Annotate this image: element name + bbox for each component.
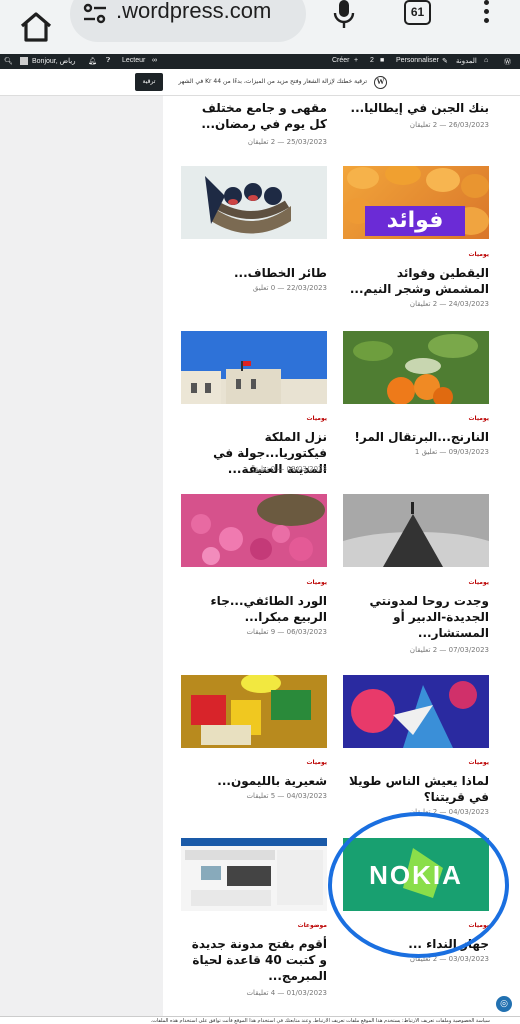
- post-meta: 22/03/2023 — 0 تعليق: [252, 284, 327, 292]
- post-title[interactable]: النارنج...البرتقال المر!: [343, 429, 489, 445]
- url-text[interactable]: .wordpress.com: [116, 0, 271, 24]
- post-category[interactable]: يوميات: [181, 579, 327, 586]
- site-settings-icon[interactable]: [82, 2, 108, 28]
- post-meta: 09/03/2023 — 0 تعليق: [252, 465, 327, 473]
- avatar[interactable]: [20, 57, 28, 65]
- post-thumbnail[interactable]: [343, 331, 489, 404]
- post-title[interactable]: أقوم بفتح مدونة جديدة و كتبت 40 قاعدة لح…: [181, 936, 327, 984]
- post-category[interactable]: يوميات: [343, 251, 489, 258]
- globe-icon[interactable]: ◎: [496, 996, 512, 1012]
- post-title[interactable]: الورد الطائفي...جاء الربيع مبكرا...: [181, 593, 327, 625]
- post-category[interactable]: يوميات: [343, 415, 489, 422]
- comments-icon: ■: [380, 57, 385, 64]
- create-link[interactable]: Créer: [332, 57, 350, 64]
- post-title[interactable]: شعيرية بالليمون...: [181, 773, 327, 789]
- post-meta: 24/03/2023 — 2 تعليقان: [409, 300, 489, 308]
- upgrade-button[interactable]: ترقية: [135, 73, 163, 91]
- menu-icon[interactable]: [482, 0, 490, 26]
- post-meta: 09/03/2023 — تعليق 1: [414, 448, 489, 456]
- post-thumbnail[interactable]: [181, 331, 327, 404]
- post-meta: 26/03/2023 — 2 تعليقان: [409, 121, 489, 129]
- post-thumbnail[interactable]: [181, 166, 327, 239]
- wordpress-logo-icon[interactable]: Ⓦ: [504, 57, 511, 67]
- post-thumbnail[interactable]: [343, 494, 489, 567]
- post-thumbnail[interactable]: [181, 494, 327, 567]
- browser-toolbar: .wordpress.com 61: [0, 0, 520, 54]
- customize-link[interactable]: Personnaliser: [396, 57, 439, 64]
- reader-link[interactable]: Lecteur: [122, 57, 145, 64]
- post-title[interactable]: وجدت روحا لمدونتي الجديدة-الدبير أو المس…: [343, 593, 489, 641]
- thumbnail-caption: فوائد: [386, 208, 444, 233]
- wp-admin-bar: 🔍︎ Bonjour, رياض 🔔︎ ❓︎ Lecteur ∞ Créer +…: [0, 54, 520, 69]
- wordpress-logo-icon: W: [374, 76, 387, 89]
- post-thumbnail[interactable]: فوائد: [343, 166, 489, 239]
- post-meta: 07/03/2023 — 2 تعليقان: [409, 646, 489, 654]
- search-icon[interactable]: 🔍︎: [4, 57, 13, 65]
- highlight-circle: [328, 812, 509, 958]
- post-meta: 06/03/2023 — 9 تعليقات: [246, 628, 327, 636]
- post-category[interactable]: يوميات: [181, 415, 327, 422]
- my-site-link[interactable]: المدونة: [456, 57, 477, 65]
- upgrade-notice: ترقية ترقية خطتك لإزالة الشعار وفتح مزيد…: [0, 69, 520, 96]
- post-category[interactable]: يوميات: [343, 579, 489, 586]
- post-title[interactable]: مقهى و جامع مختلف كل يوم في رمضان...: [181, 100, 327, 132]
- post-category[interactable]: موضوعات: [181, 922, 327, 929]
- comments-count[interactable]: 2: [370, 57, 374, 64]
- microphone-icon[interactable]: [333, 0, 355, 28]
- plus-icon: +: [354, 57, 359, 64]
- notifications-icon[interactable]: 🔔︎: [88, 57, 97, 65]
- help-icon[interactable]: ❓︎: [106, 57, 110, 65]
- post-meta: 04/03/2023 — 5 تعليقات: [246, 792, 327, 800]
- post-title[interactable]: اليقطين وفوائد المشمش وشجر النيم...: [343, 265, 489, 297]
- post-thumbnail[interactable]: [181, 838, 327, 911]
- cookie-banner: سياسة الخصوصية وملفات تعريف الارتباط: يس…: [0, 1016, 520, 1024]
- home-icon[interactable]: [18, 10, 54, 44]
- post-category[interactable]: يوميات: [181, 759, 327, 766]
- post-meta: 25/03/2023 — 2 تعليقان: [247, 138, 327, 146]
- post-title[interactable]: بنك الجبن في إيطاليا...: [343, 100, 489, 116]
- post-category[interactable]: يوميات: [343, 759, 489, 766]
- reader-icon: ∞: [152, 57, 157, 64]
- post-title[interactable]: طائر الخطاف...: [181, 265, 327, 281]
- home-icon-admin: ⌂: [484, 57, 489, 64]
- greeting[interactable]: Bonjour, رياض: [32, 57, 76, 65]
- post-thumbnail[interactable]: [181, 675, 327, 748]
- tab-switcher-button[interactable]: 61: [404, 0, 431, 25]
- brush-icon: ✎: [442, 58, 448, 65]
- post-meta: 01/03/2023 — 4 تعليقات: [246, 989, 327, 997]
- post-thumbnail[interactable]: [343, 675, 489, 748]
- upgrade-notice-text: ترقية خطتك لإزالة الشعار وفتح مزيد من ال…: [178, 78, 367, 85]
- post-title[interactable]: لماذا يعيش الناس طويلا في قريتنا؟: [343, 773, 489, 805]
